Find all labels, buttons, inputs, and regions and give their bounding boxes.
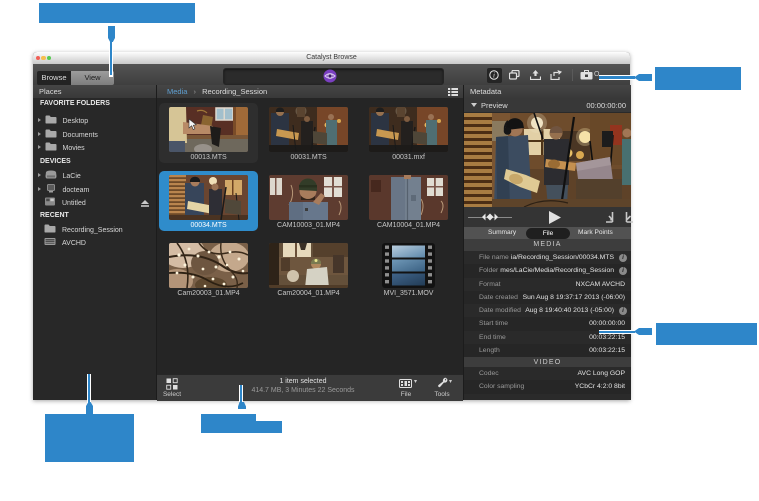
svg-text:i: i (493, 72, 495, 80)
